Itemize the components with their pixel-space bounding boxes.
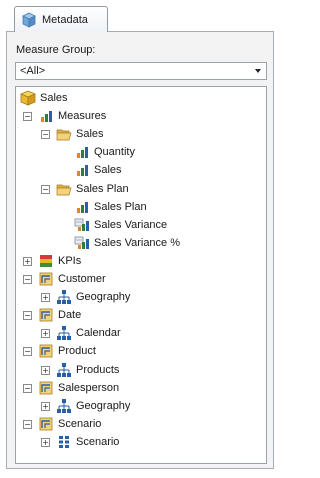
expand-toggle[interactable]: + xyxy=(41,437,50,447)
expand-toggle[interactable]: + xyxy=(23,256,32,266)
tree-node[interactable]: Product xyxy=(38,343,96,359)
tab-metadata[interactable]: Metadata xyxy=(14,6,108,32)
measure-bars-icon xyxy=(74,162,90,178)
tree-node[interactable]: Sales xyxy=(74,162,122,178)
tree-node-label: Scenario xyxy=(76,435,120,448)
tree-node[interactable]: Sales Plan xyxy=(74,199,147,215)
dimension-icon xyxy=(38,343,54,359)
tree-node-label: Quantity xyxy=(94,146,135,159)
tree-node-label: Scenario xyxy=(58,417,102,430)
hierarchy-icon xyxy=(56,289,72,305)
tree-node[interactable]: Sales xyxy=(56,126,104,142)
tree-node[interactable]: Sales Plan xyxy=(56,181,129,197)
expand-toggle[interactable]: + xyxy=(41,365,50,375)
expand-toggle[interactable]: + xyxy=(41,329,50,339)
tree-node-label: Sales Plan xyxy=(94,200,147,213)
tree-node[interactable]: Geography xyxy=(56,398,130,414)
collapse-toggle[interactable]: − xyxy=(23,383,32,393)
tree-node-label: Geography xyxy=(76,399,131,412)
metadata-tree[interactable]: Sales − Measures − Sales Quantity Sales − Sales … xyxy=(15,86,267,464)
cube-icon xyxy=(21,12,37,28)
tree-node-label: Sales xyxy=(76,128,104,141)
dimension-icon xyxy=(38,307,54,323)
tree-node[interactable]: Date xyxy=(38,307,81,323)
expand-toggle[interactable]: + xyxy=(41,293,50,303)
tree-node-label: Calendar xyxy=(76,327,121,340)
hierarchy-icon xyxy=(56,325,72,341)
tree-node-label: Salesperson xyxy=(58,381,120,394)
tree-node-label: Sales xyxy=(94,164,122,177)
tree-node-label: KPIs xyxy=(58,254,82,267)
expand-toggle[interactable]: + xyxy=(41,401,50,411)
tree-node[interactable]: Customer xyxy=(38,271,106,287)
chevron-down-icon[interactable] xyxy=(255,69,261,73)
tree-node[interactable]: Scenario xyxy=(56,434,119,450)
collapse-toggle[interactable]: − xyxy=(23,419,32,429)
tree-node[interactable]: Quantity xyxy=(74,144,135,160)
tree-node-label: Measures xyxy=(58,110,107,123)
tree-node[interactable]: Calendar xyxy=(56,325,121,341)
tree-node[interactable]: Products xyxy=(56,362,119,378)
dimension-icon xyxy=(38,271,54,287)
tree-node-label: Sales xyxy=(40,92,68,104)
tree-node[interactable]: KPIs xyxy=(38,253,81,269)
tab-label: Metadata xyxy=(42,13,88,26)
measure-group-dropdown[interactable]: <All> xyxy=(15,62,267,80)
hierarchy-icon xyxy=(56,362,72,378)
tree-node[interactable]: Sales Variance % xyxy=(74,235,180,251)
tree-node[interactable]: Sales xyxy=(19,90,68,106)
collapse-toggle[interactable]: − xyxy=(23,311,32,321)
tree-node[interactable]: Salesperson xyxy=(38,380,119,396)
tree-node-label: Products xyxy=(76,363,120,376)
tree-node-label: Geography xyxy=(76,291,131,304)
tree-node-label: Sales Variance xyxy=(94,218,168,231)
tree-node-label: Date xyxy=(58,309,82,322)
measure-bars-icon xyxy=(74,199,90,215)
tree-node-label: Product xyxy=(58,345,96,358)
calculated-measure-icon xyxy=(74,217,90,233)
measure-group-label: Measure Group: xyxy=(16,44,96,56)
kpi-icon xyxy=(38,253,54,269)
tree-node-label: Sales Variance % xyxy=(94,236,181,249)
collapse-toggle[interactable]: − xyxy=(41,130,50,140)
dimension-icon xyxy=(38,380,54,396)
tree-node[interactable]: Sales Variance xyxy=(74,217,167,233)
cube-icon xyxy=(19,90,37,106)
attribute-icon xyxy=(56,434,72,450)
measure-bars-icon xyxy=(74,144,90,160)
folder-open-icon xyxy=(56,126,72,142)
collapse-toggle[interactable]: − xyxy=(23,112,32,122)
tree-node-label: Customer xyxy=(58,273,106,285)
folder-open-icon xyxy=(56,181,72,197)
tree-node-label: Sales Plan xyxy=(76,182,129,195)
metadata-pane: Metadata Measure Group: <All> Sales − Meas… xyxy=(4,4,276,472)
dimension-icon xyxy=(38,416,54,432)
measure-bars-icon xyxy=(38,108,54,124)
measure-group-value: <All> xyxy=(20,65,46,77)
collapse-toggle[interactable]: − xyxy=(23,347,32,357)
collapse-toggle[interactable]: − xyxy=(23,275,32,284)
collapse-toggle[interactable]: − xyxy=(41,184,50,194)
calculated-measure-icon xyxy=(74,235,90,251)
tree-node[interactable]: Scenario xyxy=(38,416,101,432)
tree-node[interactable]: Geography xyxy=(56,289,130,305)
tree-node[interactable]: Measures xyxy=(38,108,106,124)
hierarchy-icon xyxy=(56,398,72,414)
metadata-panel: Measure Group: <All> Sales − Measures − Sale… xyxy=(6,31,274,469)
